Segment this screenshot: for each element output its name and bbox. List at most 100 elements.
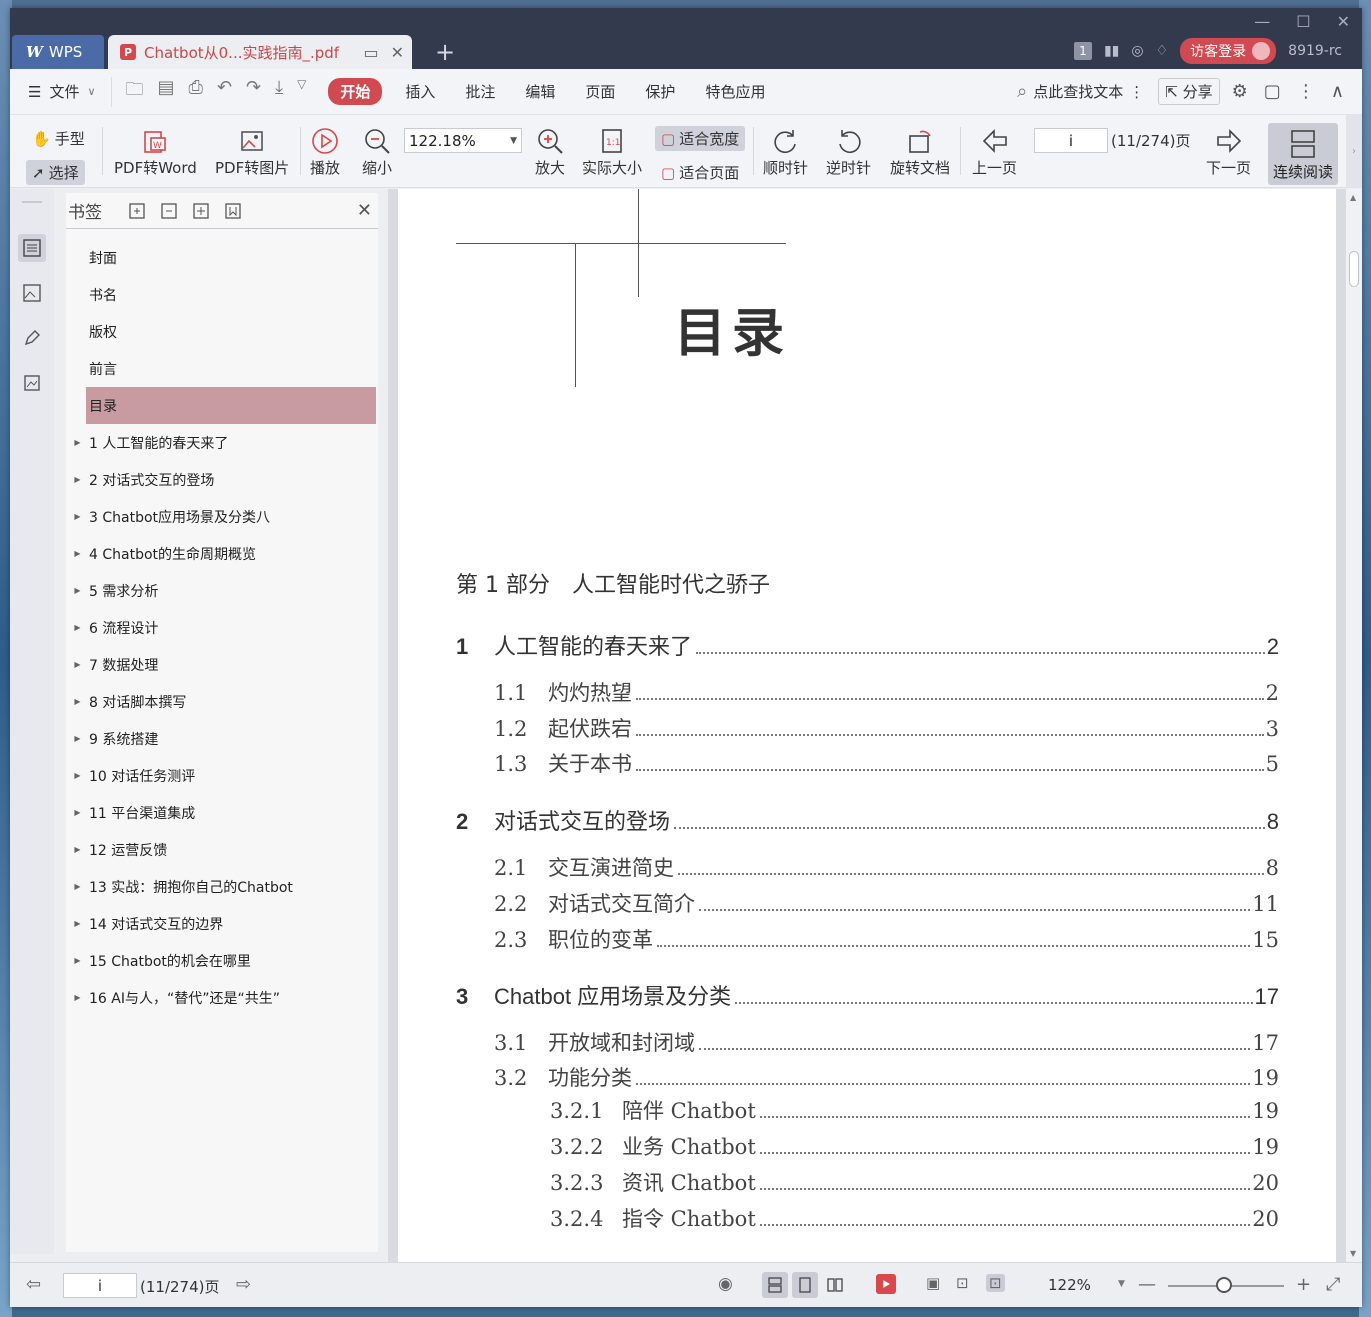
expand-arrow-icon[interactable]: ▶ <box>66 919 89 928</box>
share-button[interactable]: ⇱ 分享 <box>1158 78 1220 105</box>
annotation-panel-toggle[interactable] <box>18 324 46 352</box>
toc-entry[interactable]: 3.2.3 资讯 Chatbot 20 <box>550 1167 1279 1197</box>
continuous-view-button[interactable] <box>762 1272 788 1298</box>
bookmark-item[interactable]: ▶ 4 Chatbot的生命周期概览 <box>66 535 378 572</box>
chevron-down-icon[interactable]: ▼ <box>1118 1279 1125 1289</box>
bookmark-item[interactable]: 封面 <box>66 239 378 276</box>
document-view[interactable]: 目录 第 1 部分 人工智能时代之骄子 1 人工智能的春天来了 2 1.1 灼灼热望 2 1… <box>388 189 1346 1262</box>
tab-special[interactable]: 特色应用 <box>690 81 780 102</box>
document-tab[interactable]: P Chatbot从0...实践指南_.pdf ▭ ✕ <box>108 35 412 69</box>
bookmark-item[interactable]: ▶ 10 对话任务测评 <box>66 757 378 794</box>
prev-page-button[interactable]: 上一页 <box>972 125 1017 178</box>
bookmark-item[interactable]: ▶ 7 数据处理 <box>66 646 378 683</box>
sync-icon[interactable]: ◎ <box>1131 43 1143 59</box>
toc-entry[interactable]: 3.1 开放域和封闭域 17 <box>494 1027 1279 1057</box>
scroll-down-icon[interactable]: ▼ <box>1350 1249 1356 1258</box>
collapse-ribbon-icon[interactable]: ∧ <box>1331 81 1344 102</box>
status-page-input[interactable]: i <box>63 1273 137 1298</box>
page-number-input[interactable]: i <box>1034 128 1108 153</box>
toc-entry[interactable]: 3.2.1 陪伴 Chatbot 19 <box>550 1095 1279 1125</box>
settings-gear-icon[interactable]: ⚙ <box>1232 81 1248 102</box>
toc-entry[interactable]: 3 Chatbot 应用场景及分类 17 <box>456 979 1279 1011</box>
bookmark-panel-toggle[interactable] <box>18 234 46 262</box>
bookmark-item[interactable]: ▶ 3 Chatbot应用场景及分类八 <box>66 498 378 535</box>
single-page-view-button[interactable] <box>792 1272 818 1298</box>
scrollbar-thumb[interactable] <box>1349 251 1359 287</box>
rotate-counterclockwise-button[interactable]: 逆时针 <box>826 125 871 178</box>
bookmark-item[interactable]: 前言 <box>66 350 378 387</box>
bookmark-item[interactable]: ▶ 9 系统搭建 <box>66 720 378 757</box>
window-count-badge[interactable]: 1 <box>1073 42 1092 60</box>
save-icon[interactable]: ▤ <box>158 77 175 107</box>
bookmark-item[interactable]: ▶ 5 需求分析 <box>66 572 378 609</box>
fit-page-button[interactable]: ▢ 适合页面 <box>655 160 745 185</box>
minimize-icon[interactable]: — <box>1254 12 1270 31</box>
tab-annotate[interactable]: 批注 <box>450 81 510 102</box>
hand-tool-button[interactable]: ✋ 手型 <box>26 126 91 151</box>
rotate-clockwise-button[interactable]: 顺时针 <box>763 125 808 178</box>
bookmark-item[interactable]: 版权 <box>66 313 378 350</box>
more-down-icon[interactable]: ▽ <box>297 77 306 107</box>
open-folder-icon[interactable]: 🗀 <box>126 77 144 107</box>
bookmark-settings-icon[interactable] <box>224 202 242 220</box>
play-button[interactable]: 播放 <box>310 125 340 178</box>
collapse-all-icon[interactable] <box>160 202 178 220</box>
continuous-reading-button[interactable]: 连续阅读 <box>1268 123 1338 185</box>
attachment-panel-toggle[interactable] <box>18 369 46 397</box>
zoom-minus-icon[interactable]: — <box>1138 1274 1156 1295</box>
toc-entry[interactable]: 3.2.4 指令 Chatbot 20 <box>550 1203 1279 1233</box>
next-page-button[interactable]: 下一页 <box>1206 125 1251 178</box>
expand-arrow-icon[interactable]: ▶ <box>66 438 89 447</box>
bookmark-item[interactable]: ▶ 2 对话式交互的登场 <box>66 461 378 498</box>
toc-entry[interactable]: 1.3 关于本书 5 <box>494 748 1279 778</box>
actual-size-icon[interactable]: ▣ <box>926 1274 940 1292</box>
new-tab-button[interactable]: + <box>435 38 455 66</box>
status-zoom-value[interactable]: 122% <box>1048 1276 1091 1294</box>
tab-page[interactable]: 页面 <box>570 81 630 102</box>
toc-entry[interactable]: 1.2 起伏跌宕 3 <box>494 713 1279 743</box>
toc-entry[interactable]: 3.2.2 业务 Chatbot 19 <box>550 1131 1279 1161</box>
close-icon[interactable]: ✕ <box>357 200 372 221</box>
visitor-login-button[interactable]: 访客登录 <box>1180 38 1277 64</box>
thumbnail-panel-toggle[interactable] <box>18 279 46 307</box>
fit-width-icon[interactable]: ⊡ <box>986 1274 1005 1292</box>
tab-start[interactable]: 开始 <box>328 78 383 105</box>
toc-entry[interactable]: 2 对话式交互的登场 8 <box>456 804 1279 836</box>
bookmark-item[interactable]: ▶ 6 流程设计 <box>66 609 378 646</box>
bookmark-item[interactable]: 书名 <box>66 276 378 313</box>
expand-arrow-icon[interactable]: ▶ <box>66 549 89 558</box>
bookmark-item[interactable]: ▶ 15 Chatbot的机会在哪里 <box>66 942 378 979</box>
expand-arrow-icon[interactable]: ▶ <box>66 623 89 632</box>
maximize-icon[interactable]: ☐ <box>1296 12 1310 31</box>
bookmark-item[interactable]: ▶ 14 对话式交互的边界 <box>66 905 378 942</box>
fit-width-button[interactable]: ▢ 适合宽度 <box>655 126 746 151</box>
wps-home-tab[interactable]: W WPS <box>12 35 104 69</box>
zoom-plus-icon[interactable]: + <box>1296 1274 1311 1295</box>
print-icon[interactable]: ⎙ <box>189 77 203 107</box>
find-text-button[interactable]: ⌕ 点此查找文本 ⋮ <box>1017 81 1144 102</box>
toc-entry[interactable]: 1 人工智能的春天来了 2 <box>456 629 1279 661</box>
expand-arrow-icon[interactable]: ▶ <box>66 734 89 743</box>
fullscreen-icon[interactable]: ⤢ <box>1326 1274 1340 1295</box>
bookmark-item[interactable]: ▶ 11 平台渠道集成 <box>66 794 378 831</box>
skin-icon[interactable]: ♢ <box>1156 43 1169 59</box>
fit-page-icon[interactable]: ⊡ <box>956 1274 969 1292</box>
more-options-icon[interactable]: ⋮ <box>1297 81 1315 102</box>
two-page-view-button[interactable] <box>822 1272 848 1298</box>
add-bookmark-icon[interactable] <box>192 202 210 220</box>
comment-icon[interactable]: ▢ <box>1264 81 1281 102</box>
toc-entry[interactable]: 2.2 对话式交互简介 11 <box>494 888 1279 918</box>
toolbar-scroll-right-icon[interactable]: › <box>1346 115 1362 188</box>
rotate-document-button[interactable]: 旋转文档 <box>890 125 950 178</box>
expand-arrow-icon[interactable]: ▶ <box>66 586 89 595</box>
bookmark-item[interactable]: ▶ 13 实战：拥抱你自己的Chatbot <box>66 868 378 905</box>
pdf-to-word-button[interactable]: W PDF转Word <box>114 125 197 178</box>
expand-arrow-icon[interactable]: ▶ <box>66 845 89 854</box>
expand-arrow-icon[interactable]: ▶ <box>66 993 89 1002</box>
bookmark-item[interactable]: ▶ 8 对话脚本撰写 <box>66 683 378 720</box>
next-page-icon[interactable]: ⇨ <box>236 1274 251 1295</box>
expand-arrow-icon[interactable]: ▶ <box>66 882 89 891</box>
close-window-icon[interactable]: ✕ <box>1337 12 1350 31</box>
expand-arrow-icon[interactable]: ▶ <box>66 956 89 965</box>
pdf-to-image-button[interactable]: PDF转图片 <box>215 125 289 178</box>
